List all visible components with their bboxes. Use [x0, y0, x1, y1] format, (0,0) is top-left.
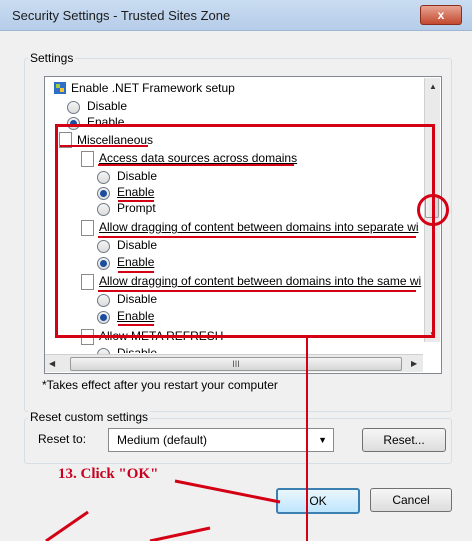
security-settings-dialog: Security Settings - Trusted Sites Zone x…	[0, 0, 472, 541]
step-instruction: 13. Click "OK"	[58, 466, 159, 482]
annotation-arrows	[45, 335, 308, 541]
